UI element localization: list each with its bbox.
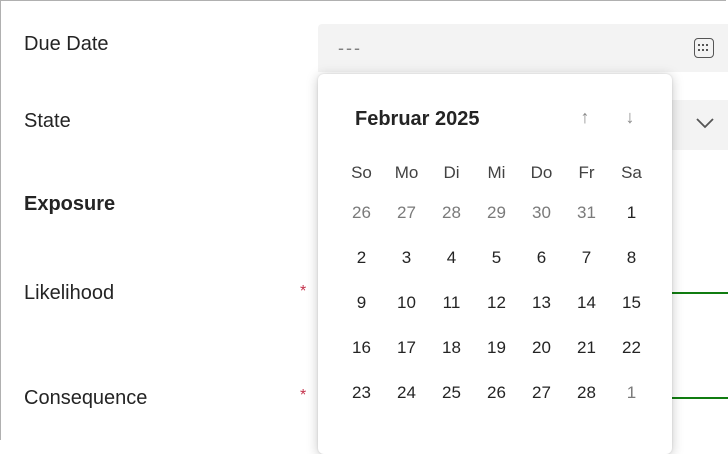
calendar-day[interactable]: 31 [564, 200, 609, 245]
likelihood-label: Likelihood [24, 282, 115, 304]
calendar-day[interactable]: 15 [609, 290, 654, 335]
state-label: State [24, 110, 71, 132]
weekday-header: Sa [621, 163, 642, 182]
calendar-day[interactable]: 9 [339, 290, 384, 335]
required-marker: * [300, 283, 307, 300]
calendar-day[interactable]: 29 [474, 200, 519, 245]
weekday-header: Di [443, 163, 460, 182]
due-date-label: Due Date [24, 33, 109, 55]
day-grid: 26 27 28 29 30 31 1 2 3 4 5 6 7 8 9 10 11 12 13 14 15 16 17 18 1… [339, 200, 654, 425]
calendar-day[interactable]: 28 [564, 380, 609, 425]
weekday-header: Mi [487, 163, 506, 182]
calendar-day[interactable]: 19 [474, 335, 519, 380]
next-month-arrow-icon[interactable]: ↓ [618, 104, 642, 130]
month-title[interactable]: Februar 2025 [355, 108, 480, 131]
due-date-input[interactable]: --- [318, 24, 728, 72]
calendar-day[interactable]: 11 [429, 290, 474, 335]
calendar-day[interactable]: 4 [429, 245, 474, 290]
date-picker-popup: Februar 2025 ↑ ↓ So Mo Di Mi Do Fr Sa 26 27 28 29… [318, 74, 672, 454]
calendar-day[interactable]: 26 [474, 380, 519, 425]
consequence-label: Consequence [24, 387, 148, 409]
calendar-day[interactable]: 27 [519, 380, 564, 425]
chevron-down-icon [696, 118, 714, 129]
calendar-day[interactable]: 8 [609, 245, 654, 290]
calendar-day[interactable]: 27 [384, 200, 429, 245]
weekday-header: Do [530, 163, 553, 182]
due-date-value: --- [338, 38, 362, 58]
calendar-day[interactable]: 22 [609, 335, 654, 380]
calendar-day[interactable]: 13 [519, 290, 564, 335]
calendar-day[interactable]: 17 [384, 335, 429, 380]
calendar-day[interactable]: 26 [339, 200, 384, 245]
calendar-day[interactable]: 30 [519, 200, 564, 245]
calendar-day[interactable]: 3 [384, 245, 429, 290]
calendar-day[interactable]: 14 [564, 290, 609, 335]
calendar-day[interactable]: 7 [564, 245, 609, 290]
calendar-day[interactable]: 10 [384, 290, 429, 335]
calendar-day[interactable]: 16 [339, 335, 384, 380]
calendar-day[interactable]: 1 [609, 200, 654, 245]
calendar-day[interactable]: 1 [609, 380, 654, 425]
calendar-day[interactable]: 2 [339, 245, 384, 290]
calendar-day[interactable]: 28 [429, 200, 474, 245]
weekday-header-row: So Mo Di Mi Do Fr Sa [339, 160, 654, 186]
calendar-day[interactable]: 20 [519, 335, 564, 380]
calendar-day[interactable]: 18 [429, 335, 474, 380]
calendar-day[interactable]: 21 [564, 335, 609, 380]
calendar-day[interactable]: 23 [339, 380, 384, 425]
calendar-day[interactable]: 24 [384, 380, 429, 425]
calendar-day[interactable]: 12 [474, 290, 519, 335]
calendar-day[interactable]: 25 [429, 380, 474, 425]
weekday-header: So [351, 163, 372, 182]
previous-month-arrow-icon[interactable]: ↑ [573, 104, 597, 130]
weekday-header: Mo [394, 163, 419, 182]
calendar-day[interactable]: 5 [474, 245, 519, 290]
calendar-day[interactable]: 6 [519, 245, 564, 290]
exposure-heading: Exposure [24, 193, 116, 215]
required-marker: * [300, 387, 307, 404]
weekday-header: Fr [578, 163, 595, 182]
calendar-icon[interactable] [694, 38, 714, 58]
